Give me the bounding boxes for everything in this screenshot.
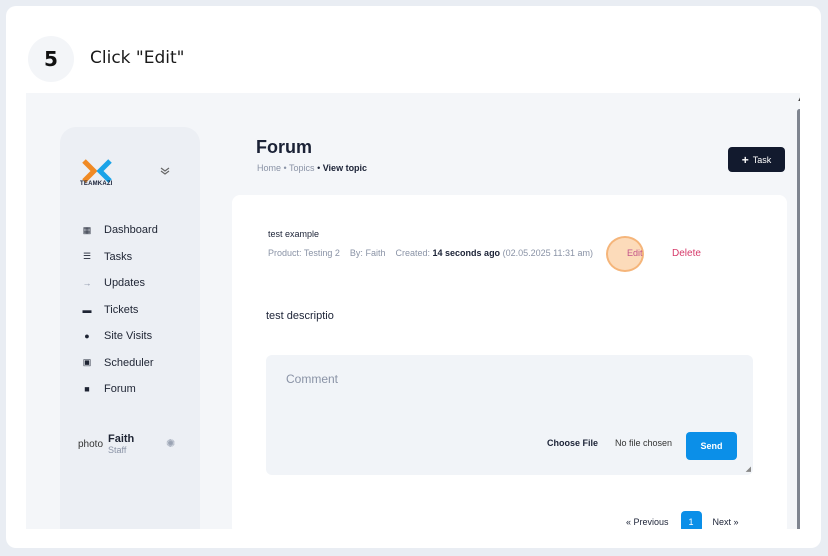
author-value: Faith [365,248,386,258]
sidebar-item-label: Tickets [104,303,139,316]
avatar: photo [78,438,104,450]
created-absolute: (02.05.2025 11:31 am) [502,248,593,258]
page-number-current[interactable]: 1 [680,511,702,529]
location-pin-icon: ● [84,331,90,342]
dashboard-icon: ▦ [82,224,92,235]
sidebar-nav: ▦ Dashboard ☰ Tasks → Updates ▬ Tickets … [80,217,158,403]
sidebar-item-label: Forum [104,383,136,396]
topic-panel: test example Product: Testing 2 By: Fait… [232,195,787,529]
sidebar: TEAMKAZI ▦ Dashboard ☰ Tasks → Updates ▬… [60,127,200,529]
plus-icon: + [741,152,749,167]
step-number-badge: 5 [28,36,74,82]
topic-meta: Product: Testing 2 By: Faith Created: 14… [268,248,593,258]
pagination: « Previous 1 Next » [626,511,739,529]
gear-icon[interactable]: ✺ [166,437,175,450]
step-instruction: Click "Edit" [90,48,185,68]
sidebar-item-tasks[interactable]: ☰ Tasks [80,244,158,271]
sidebar-item-site-visits[interactable]: ● Site Visits [80,323,158,350]
user-profile[interactable]: photo Faith Staff [78,433,134,455]
file-status: No file chosen [615,438,673,448]
sidebar-item-label: Dashboard [104,224,158,237]
sidebar-item-label: Tasks [104,250,133,263]
author-label: By: [349,248,363,258]
sidebar-item-updates[interactable]: → Updates [80,270,158,297]
product-value: Testing 2 [303,248,340,258]
breadcrumb-current: View topic [322,163,368,173]
logo-wordmark: TEAMKAZI [80,181,113,187]
topic-title: test example [268,229,320,239]
resize-handle-icon[interactable]: ◢ [746,465,751,473]
sidebar-item-label: Updates [104,277,145,290]
user-role: Staff [108,445,127,455]
sidebar-item-forum[interactable]: ■ Forum [80,376,158,403]
user-name: Faith [108,433,135,445]
comment-textarea[interactable]: Comment Choose File No file chosen Send … [266,355,753,475]
breadcrumb-topics[interactable]: Topics [289,163,315,173]
chevron-down-icon[interactable] [160,167,170,178]
topic-description: test descriptio [266,310,334,322]
tutorial-step-card: 5 Click "Edit" TEAMKAZI ▦ Dashboard ☰ Ta… [6,6,821,548]
calendar-icon: ▣ [82,357,92,368]
add-task-button[interactable]: + Task [728,147,785,172]
sidebar-item-scheduler[interactable]: ▣ Scheduler [80,350,158,377]
scroll-up-icon[interactable]: ▲ [797,97,800,103]
page-title: Forum [256,137,312,157]
delete-link[interactable]: Delete [672,248,701,259]
choose-file-button[interactable]: Choose File [547,438,598,448]
comment-placeholder: Comment [286,372,339,386]
sidebar-item-tickets[interactable]: ▬ Tickets [80,297,158,324]
edit-link[interactable]: Edit [627,248,643,258]
teamkazi-logo [82,159,112,183]
app-screenshot: TEAMKAZI ▦ Dashboard ☰ Tasks → Updates ▬… [26,93,800,529]
breadcrumb-home[interactable]: Home [257,163,281,173]
ticket-icon: ▬ [82,304,92,315]
sidebar-item-dashboard[interactable]: ▦ Dashboard [80,217,158,244]
scrollbar-thumb[interactable] [797,109,800,529]
forum-icon: ■ [84,384,90,395]
sidebar-item-label: Site Visits [104,330,153,343]
sidebar-item-label: Scheduler [104,356,154,369]
next-page-link[interactable]: Next » [713,517,739,527]
breadcrumb: Home • Topics • View topic [257,163,367,173]
created-label: Created: [395,248,431,258]
updates-icon: → [82,278,92,289]
product-label: Product: [268,248,302,258]
created-relative: 14 seconds ago [432,248,501,258]
previous-page-link[interactable]: « Previous [626,517,669,527]
task-button-label: Task [752,154,772,165]
send-button[interactable]: Send [686,432,737,460]
tasks-icon: ☰ [82,251,92,262]
